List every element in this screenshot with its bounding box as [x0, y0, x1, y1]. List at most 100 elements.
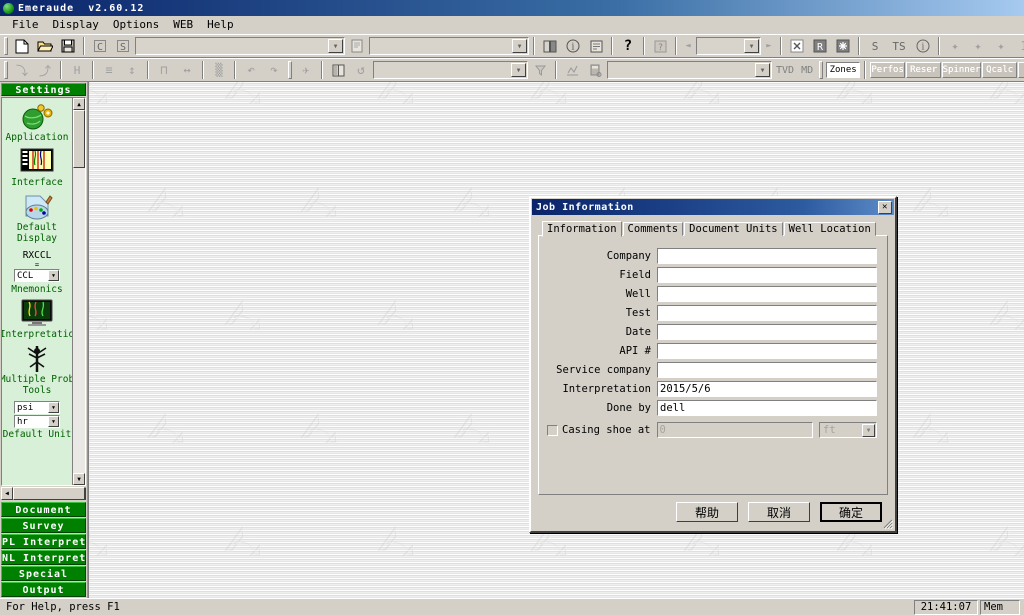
- menu-web[interactable]: WEB: [167, 17, 201, 32]
- scroll-left-icon[interactable]: ◀: [1, 487, 13, 500]
- redo-icon[interactable]: ↷: [263, 60, 285, 80]
- casing-shoe-checkbox[interactable]: [547, 424, 558, 436]
- sidebar-section-output[interactable]: Output: [1, 582, 86, 597]
- flow-icon[interactable]: ⊓: [153, 60, 175, 80]
- input-test[interactable]: [657, 305, 877, 321]
- scroll-track[interactable]: [73, 168, 85, 473]
- sidebar-vertical-scrollbar[interactable]: ▲ ▼: [72, 98, 85, 485]
- menu-file[interactable]: File: [6, 17, 47, 32]
- toolbar-grip[interactable]: [819, 61, 824, 79]
- mnemonics-select[interactable]: CCL ▼: [14, 269, 60, 282]
- ok-button[interactable]: 确定: [820, 502, 882, 522]
- undo-icon[interactable]: ↶: [240, 60, 262, 80]
- page-icon[interactable]: [346, 36, 368, 56]
- chevron-down-icon[interactable]: ▼: [755, 63, 770, 77]
- station-icon[interactable]: [832, 36, 854, 56]
- bottom-combo-2[interactable]: ▼: [607, 61, 772, 79]
- units-pressure-select[interactable]: psi ▼: [14, 401, 60, 414]
- info-circle-icon[interactable]: i: [562, 36, 584, 56]
- input-done-by[interactable]: dell: [657, 400, 877, 416]
- sidebar-item-multiple-probe-tools[interactable]: Multiple Prob Tools: [2, 344, 72, 396]
- scroll-down-icon[interactable]: ▼: [73, 473, 85, 485]
- open-folder-icon[interactable]: [34, 36, 56, 56]
- chevron-down-icon[interactable]: ▼: [512, 39, 527, 53]
- menu-help[interactable]: Help: [201, 17, 242, 32]
- tab-information[interactable]: Information: [542, 221, 622, 237]
- dialog-resize-grip[interactable]: [881, 517, 894, 530]
- probe-1-icon[interactable]: ✦: [944, 36, 966, 56]
- tag-perfos[interactable]: Perfos: [870, 62, 906, 78]
- chevron-down-icon[interactable]: ▼: [48, 402, 59, 413]
- spread-icon[interactable]: ↔: [176, 60, 198, 80]
- tab-document-units[interactable]: Document Units: [684, 222, 783, 236]
- s-button[interactable]: S: [864, 36, 886, 56]
- document-combo[interactable]: ▼: [135, 37, 345, 55]
- new-document-icon[interactable]: [11, 36, 33, 56]
- nav-combo[interactable]: ▼: [696, 37, 761, 55]
- sidebar-item-default-display[interactable]: Default Display: [2, 192, 72, 244]
- tag-reser[interactable]: Reser: [906, 62, 942, 78]
- tab-comments[interactable]: Comments: [622, 222, 684, 236]
- help-question-icon[interactable]: ?: [617, 36, 639, 56]
- refresh-icon[interactable]: ↺: [350, 60, 372, 80]
- chevron-down-icon[interactable]: ▼: [862, 423, 875, 437]
- chevron-down-icon[interactable]: ▼: [48, 416, 59, 427]
- sidebar-header-settings[interactable]: Settings: [1, 83, 86, 96]
- sidebar-section-document[interactable]: Document: [1, 502, 86, 517]
- sync-s-icon[interactable]: S: [112, 36, 134, 56]
- sidebar-section-special[interactable]: Special: [1, 566, 86, 581]
- delete-x-icon[interactable]: [786, 36, 808, 56]
- zone-icon[interactable]: ≡: [98, 60, 120, 80]
- wizard-icon[interactable]: ✈: [295, 60, 317, 80]
- close-icon[interactable]: ✕: [878, 200, 892, 214]
- menu-display[interactable]: Display: [47, 17, 107, 32]
- sidebar-horizontal-scrollbar[interactable]: ◀ ▶: [1, 487, 86, 500]
- sidebar-item-application[interactable]: Application: [2, 102, 72, 143]
- import-icon[interactable]: ⤵: [11, 60, 33, 80]
- grid-icon[interactable]: ▒: [208, 60, 230, 80]
- sidebar-item-mnemonics[interactable]: RXCCL = CCL ▼ Mnemonics: [2, 248, 72, 295]
- tag-pnl[interactable]: Pnl: [1018, 62, 1024, 78]
- filter-icon[interactable]: [529, 60, 551, 80]
- export-icon[interactable]: ⤴: [34, 60, 56, 80]
- sidebar-section-pl-interpretation[interactable]: PL Interpretation: [1, 534, 86, 549]
- scale-icon[interactable]: ↕: [121, 60, 143, 80]
- nav-prev-icon[interactable]: ◄: [681, 36, 695, 56]
- calculator-icon[interactable]: [584, 60, 606, 80]
- casing-shoe-unit-select[interactable]: ft ▼: [819, 422, 877, 438]
- chevron-down-icon[interactable]: ▼: [511, 63, 526, 77]
- units-time-select[interactable]: hr ▼: [14, 415, 60, 428]
- tag-zones[interactable]: Zones: [826, 62, 861, 78]
- hscroll-thumb[interactable]: [13, 487, 85, 500]
- book-icon[interactable]: [539, 36, 561, 56]
- nav-next-icon[interactable]: ►: [762, 36, 776, 56]
- input-field[interactable]: [657, 267, 877, 283]
- scroll-thumb[interactable]: [73, 110, 85, 168]
- depth-shift-icon[interactable]: H: [66, 60, 88, 80]
- save-disk-icon[interactable]: [57, 36, 79, 56]
- probe-4-icon[interactable]: 1: [1013, 36, 1024, 56]
- sidebar-item-interpretation[interactable]: Interpretatio: [2, 299, 72, 340]
- sidebar-section-nl-interpretation[interactable]: NL Interpretation: [1, 550, 86, 565]
- info-button[interactable]: i: [912, 36, 934, 56]
- probe-2-icon[interactable]: ✦: [967, 36, 989, 56]
- menu-options[interactable]: Options: [107, 17, 167, 32]
- chevron-down-icon[interactable]: ▼: [328, 39, 343, 53]
- tag-qcalc[interactable]: Qcalc: [982, 62, 1018, 78]
- list-icon[interactable]: [585, 36, 607, 56]
- help-button[interactable]: 帮助: [676, 502, 738, 522]
- input-date[interactable]: [657, 324, 877, 340]
- chevron-down-icon[interactable]: ▼: [744, 39, 759, 53]
- tab-well-location[interactable]: Well Location: [783, 222, 876, 236]
- input-api[interactable]: [657, 343, 877, 359]
- context-help-icon[interactable]: ?: [649, 36, 671, 56]
- probe-3-icon[interactable]: ✦: [990, 36, 1012, 56]
- toolbar-grip[interactable]: [288, 61, 292, 79]
- sidebar-item-default-units[interactable]: psi ▼ hr ▼ Default Unit: [2, 400, 72, 440]
- sidebar-section-survey[interactable]: Survey: [1, 518, 86, 533]
- ts-button[interactable]: TS: [887, 36, 911, 56]
- scroll-up-icon[interactable]: ▲: [73, 98, 85, 110]
- copy-c-icon[interactable]: C: [89, 36, 111, 56]
- toolbar-grip[interactable]: [4, 61, 8, 79]
- input-company[interactable]: [657, 248, 877, 264]
